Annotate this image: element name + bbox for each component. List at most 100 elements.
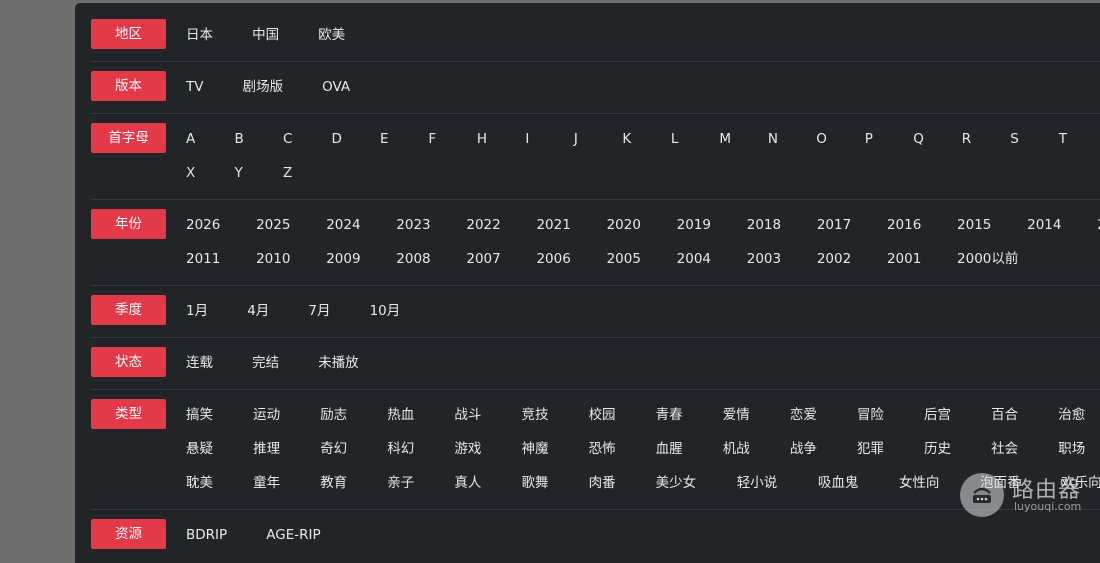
filter-option-season[interactable]: 1月 [186,296,208,326]
filter-option-genre[interactable]: 职场 [1058,434,1100,464]
filter-option-year[interactable]: 2026 [186,210,251,240]
filter-option-genre[interactable]: 百合 [991,400,1053,430]
filter-option-genre[interactable]: 耽美 [186,468,248,498]
filter-option-genre[interactable]: 神魔 [521,434,583,464]
filter-option-genre[interactable]: 恐怖 [589,434,651,464]
filter-option-genre[interactable]: 热血 [387,400,449,430]
filter-option-year[interactable]: 2017 [817,210,882,240]
filter-option-movie[interactable]: 剧场版 [243,72,284,102]
filter-option-genre[interactable]: 美少女 [656,468,732,498]
filter-option-genre[interactable]: 吸血鬼 [818,468,894,498]
filter-option-age-rip[interactable]: AGE-RIP [266,520,320,550]
filter-option-genre[interactable]: 轻小说 [737,468,813,498]
filter-option-letter[interactable]: S [1010,124,1053,154]
filter-option-serializing[interactable]: 连载 [186,348,213,378]
filter-option-letter[interactable]: N [768,124,811,154]
filter-option-year[interactable]: 2002 [817,244,882,274]
filter-option-letter[interactable]: B [234,124,277,154]
filter-option-japan[interactable]: 日本 [186,20,213,50]
filter-option-year[interactable]: 2007 [466,244,531,274]
filter-option-year[interactable]: 2021 [536,210,601,240]
filter-option-season[interactable]: 7月 [308,296,330,326]
filter-option-genre[interactable]: 励志 [320,400,382,430]
filter-option-letter[interactable]: K [622,124,665,154]
filter-option-genre[interactable]: 血腥 [656,434,718,464]
filter-option-letter[interactable]: T [1059,124,1100,154]
filter-option-letter[interactable]: L [671,124,714,154]
filter-option-year[interactable]: 2004 [677,244,742,274]
filter-option-letter[interactable]: Q [913,124,956,154]
filter-option-genre[interactable]: 亲子 [387,468,449,498]
filter-option-year[interactable]: 2010 [256,244,321,274]
filter-option-genre[interactable]: 竞技 [521,400,583,430]
filter-option-year[interactable]: 2023 [396,210,461,240]
filter-option-letter[interactable]: C [283,124,326,154]
filter-option-year[interactable]: 2001 [887,244,952,274]
filter-option-letter[interactable]: H [477,124,520,154]
filter-option-genre[interactable]: 童年 [253,468,315,498]
filter-option-genre[interactable]: 推理 [253,434,315,464]
filter-option-year[interactable]: 2015 [957,210,1022,240]
filter-option-year[interactable]: 2022 [466,210,531,240]
filter-option-letter[interactable]: A [186,124,229,154]
filter-option-letter[interactable]: R [962,124,1005,154]
filter-option-genre[interactable]: 校园 [589,400,651,430]
filter-option-genre[interactable]: 教育 [320,468,382,498]
filter-option-year[interactable]: 2018 [747,210,812,240]
filter-option-letter[interactable]: P [865,124,908,154]
filter-option-genre[interactable]: 治愈 [1058,400,1100,430]
filter-option-finished[interactable]: 完结 [252,348,279,378]
filter-option-letter[interactable]: F [428,124,471,154]
filter-option-genre[interactable]: 恋爱 [790,400,852,430]
filter-option-western[interactable]: 欧美 [318,20,345,50]
filter-option-year[interactable]: 2009 [326,244,391,274]
filter-option-genre[interactable]: 爱情 [723,400,785,430]
filter-option-year[interactable]: 2003 [747,244,812,274]
filter-option-ova[interactable]: OVA [322,72,350,102]
filter-option-genre[interactable]: 青春 [656,400,718,430]
filter-option-not-aired[interactable]: 未播放 [318,348,359,378]
filter-option-year[interactable]: 2000以前 [957,244,1022,274]
filter-option-genre[interactable]: 机战 [723,434,785,464]
filter-option-year[interactable]: 2019 [677,210,742,240]
filter-option-genre[interactable]: 真人 [454,468,516,498]
filter-option-season[interactable]: 10月 [370,296,401,326]
filter-option-letter[interactable]: O [816,124,859,154]
filter-option-year[interactable]: 2014 [1027,210,1092,240]
filter-option-genre[interactable]: 战斗 [454,400,516,430]
filter-option-year[interactable]: 2011 [186,244,251,274]
filter-option-genre[interactable]: 搞笑 [186,400,248,430]
filter-option-letter[interactable]: I [525,124,568,154]
filter-option-year[interactable]: 2020 [607,210,672,240]
filter-option-genre[interactable]: 运动 [253,400,315,430]
filter-option-letter[interactable]: E [380,124,423,154]
filter-option-year[interactable]: 2024 [326,210,391,240]
filter-option-letter[interactable]: Z [283,158,326,188]
filter-option-year[interactable]: 2005 [607,244,672,274]
filter-option-letter[interactable]: M [719,124,762,154]
filter-option-letter[interactable]: D [331,124,374,154]
filter-option-genre[interactable]: 奇幻 [320,434,382,464]
filter-option-bdrip[interactable]: BDRIP [186,520,227,550]
filter-option-genre[interactable]: 科幻 [387,434,449,464]
filter-option-year[interactable]: 2016 [887,210,952,240]
filter-option-china[interactable]: 中国 [252,20,279,50]
filter-option-year[interactable]: 2008 [396,244,461,274]
filter-option-genre[interactable]: 游戏 [454,434,516,464]
filter-option-letter[interactable]: J [574,124,617,154]
filter-option-year[interactable]: 2006 [536,244,601,274]
filter-option-year[interactable]: 2025 [256,210,321,240]
filter-option-genre[interactable]: 肉番 [589,468,651,498]
filter-option-genre[interactable]: 社会 [991,434,1053,464]
filter-option-genre[interactable]: 悬疑 [186,434,248,464]
filter-option-genre[interactable]: 冒险 [857,400,919,430]
filter-option-season[interactable]: 4月 [247,296,269,326]
filter-option-genre[interactable]: 历史 [924,434,986,464]
filter-option-genre[interactable]: 歌舞 [521,468,583,498]
filter-option-letter[interactable]: Y [234,158,277,188]
filter-option-genre[interactable]: 战争 [790,434,852,464]
filter-option-tv[interactable]: TV [186,72,203,102]
filter-option-letter[interactable]: X [186,158,229,188]
filter-option-genre[interactable]: 后宫 [924,400,986,430]
filter-option-genre[interactable]: 犯罪 [857,434,919,464]
